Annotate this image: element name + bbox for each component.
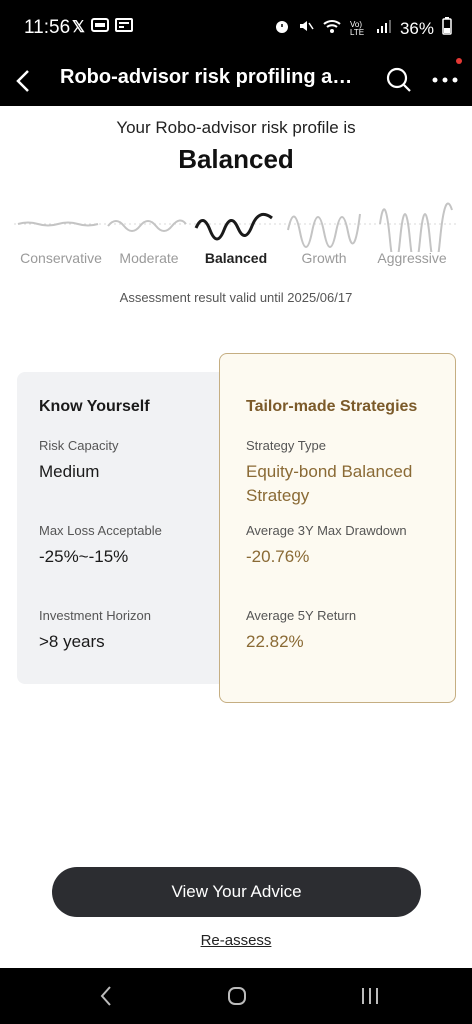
validity-text: Assessment result valid until 2025/06/17 [119,290,353,305]
alarm-icon [274,18,290,39]
notification-icons: 𝕏 [72,17,133,38]
strategies-card: Tailor-made Strategies Strategy Type Equ… [219,353,456,703]
search-icon[interactable] [384,62,414,98]
max-drawdown-value: -20.76% [246,547,310,566]
mute-icon [298,18,314,39]
status-bar: 11:56 𝕏 Vo) LTE 36% [0,0,472,56]
strategy-type-label: Strategy Type [246,438,326,453]
level-growth: Growth [301,250,347,266]
know-yourself-card: Know Yourself Risk Capacity Medium Max L… [17,372,247,684]
level-conservative: Conservative [20,250,102,266]
back-arrow-icon[interactable] [12,64,36,98]
main-content: Your Robo-advisor risk profile is Balanc… [0,106,472,968]
level-balanced: Balanced [204,250,268,266]
battery-icon [442,17,452,40]
average-return-value: 22.82% [246,632,304,651]
max-drawdown-label: Average 3Y Max Drawdown [246,523,407,538]
nav-back-icon[interactable] [92,982,122,1010]
strategy-type-value: Equity-bond Balanced Strategy [246,462,413,505]
profile-result: Balanced [178,144,294,174]
wifi-icon [322,18,342,39]
app-bar: Robo-advisor risk profiling and... [0,56,472,106]
level-moderate: Moderate [119,250,179,266]
view-advice-button[interactable]: View Your Advice [52,867,421,917]
know-yourself-title: Know Yourself [39,398,150,415]
reassess-link[interactable]: Re-assess [201,932,272,949]
x-app-icon: 𝕏 [72,19,85,36]
risk-level-labels: Conservative Moderate Balanced Growth Ag… [0,250,472,270]
signal-icon [376,18,392,39]
battery-level: 36% [399,18,434,38]
wave-balanced [194,212,273,241]
wave-growth [287,213,361,248]
risk-capacity-label: Risk Capacity [39,438,119,453]
system-status-icons: Vo) LTE 36% [274,17,452,40]
system-nav-bar [0,968,472,1024]
risk-capacity-value: Medium [39,462,100,481]
strategies-title: Tailor-made Strategies [246,398,418,415]
risk-level-waves [14,202,458,252]
investment-horizon-label: Investment Horizon [39,608,151,623]
profile-intro: Your Robo-advisor risk profile is [116,118,356,137]
average-return-label: Average 5Y Return [246,608,357,623]
wave-aggressive [379,202,453,252]
max-loss-label: Max Loss Acceptable [39,523,162,538]
investment-horizon-value: >8 years [39,632,105,651]
page-title: Robo-advisor risk profiling and... [60,66,360,88]
news-icon [114,17,133,38]
nav-home-icon[interactable] [222,982,252,1010]
wave-moderate [107,219,187,232]
message-icon [90,17,109,38]
status-time: 11:56 [24,17,71,38]
reassess-link-wrap: Re-assess [0,932,472,949]
level-aggressive: Aggressive [377,250,447,266]
notification-dot [456,58,462,64]
lte-label: Vo) LTE [349,19,365,37]
more-options-icon[interactable] [430,62,460,98]
max-loss-value: -25%~-15% [39,547,129,566]
nav-recents-icon[interactable] [355,982,385,1010]
